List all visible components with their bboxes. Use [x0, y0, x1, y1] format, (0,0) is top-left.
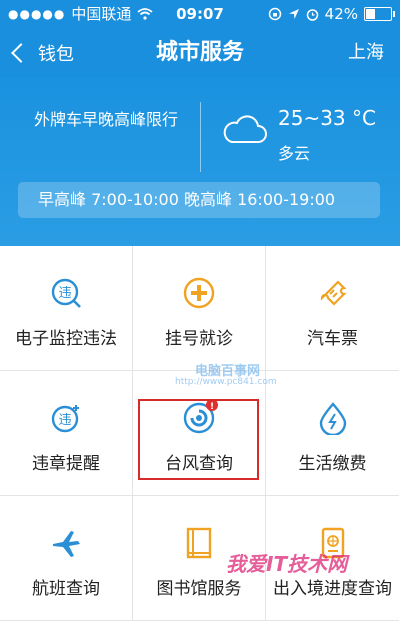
svg-text:违: 违: [58, 413, 71, 428]
peak-hours-bar: 早高峰 7:00-10:00 晚高峰 16:00-19:00: [18, 182, 380, 218]
navigation-bar: 钱包 城市服务 上海: [0, 28, 400, 78]
alarm-icon: [306, 8, 318, 21]
violation-reminder-icon: 违: [51, 405, 79, 433]
cloud-icon: [223, 115, 267, 143]
watermark-bottom: 我爱IT技术网: [226, 552, 348, 576]
service-label: 图书馆服务: [156, 579, 242, 599]
medical-cross-icon: [183, 277, 215, 309]
weather-condition: 多云: [278, 144, 311, 163]
traffic-violation-icon: 违: [51, 278, 81, 308]
airplane-icon: [53, 531, 80, 557]
city-info-panel: 外牌车早晚高峰限行 25~33 °C 多云 早高峰 7:00-10:00 晚高峰…: [0, 78, 400, 246]
service-violation-reminder[interactable]: 违 违章提醒: [0, 371, 133, 496]
book-icon: [186, 527, 212, 559]
peak-hours-text: 早高峰 7:00-10:00 晚高峰 16:00-19:00: [38, 190, 336, 209]
service-label: 挂号就诊: [165, 329, 233, 349]
location-icon: [288, 9, 299, 19]
battery-icon: [364, 7, 395, 21]
highlight-box: [138, 399, 259, 480]
battery-fill: [366, 9, 375, 19]
service-utility-payment[interactable]: 生活缴费: [266, 371, 399, 496]
divider: [200, 102, 201, 172]
service-traffic-violation[interactable]: 违 电子监控违法: [0, 246, 133, 371]
service-flight-query[interactable]: 航班查询: [0, 496, 133, 621]
service-bus-ticket[interactable]: 汽车票: [266, 246, 399, 371]
battery-percent: 42%: [324, 5, 358, 23]
water-drop-icon: [319, 402, 346, 435]
bus-ticket-icon: [320, 280, 347, 306]
temperature-range: 25~33 °C: [278, 106, 376, 130]
traffic-restriction-text: 外牌车早晚高峰限行: [34, 110, 179, 129]
watermark-url: http://www.pc841.com: [175, 377, 277, 387]
service-hospital-registration[interactable]: 挂号就诊: [133, 246, 266, 371]
service-label: 生活缴费: [298, 454, 367, 474]
service-label: 出入境进度查询: [273, 579, 392, 599]
svg-text:违: 违: [58, 286, 71, 301]
service-label: 航班查询: [32, 579, 100, 599]
service-label: 违章提醒: [32, 454, 100, 474]
service-label: 汽车票: [307, 329, 358, 349]
page-title: 城市服务: [155, 40, 244, 65]
rotation-lock-icon: [268, 7, 281, 21]
status-bar: ●●●●● 中国联通 09:07 42%: [0, 0, 400, 28]
service-label: 电子监控违法: [15, 329, 117, 349]
city-selector[interactable]: 上海: [348, 28, 384, 78]
